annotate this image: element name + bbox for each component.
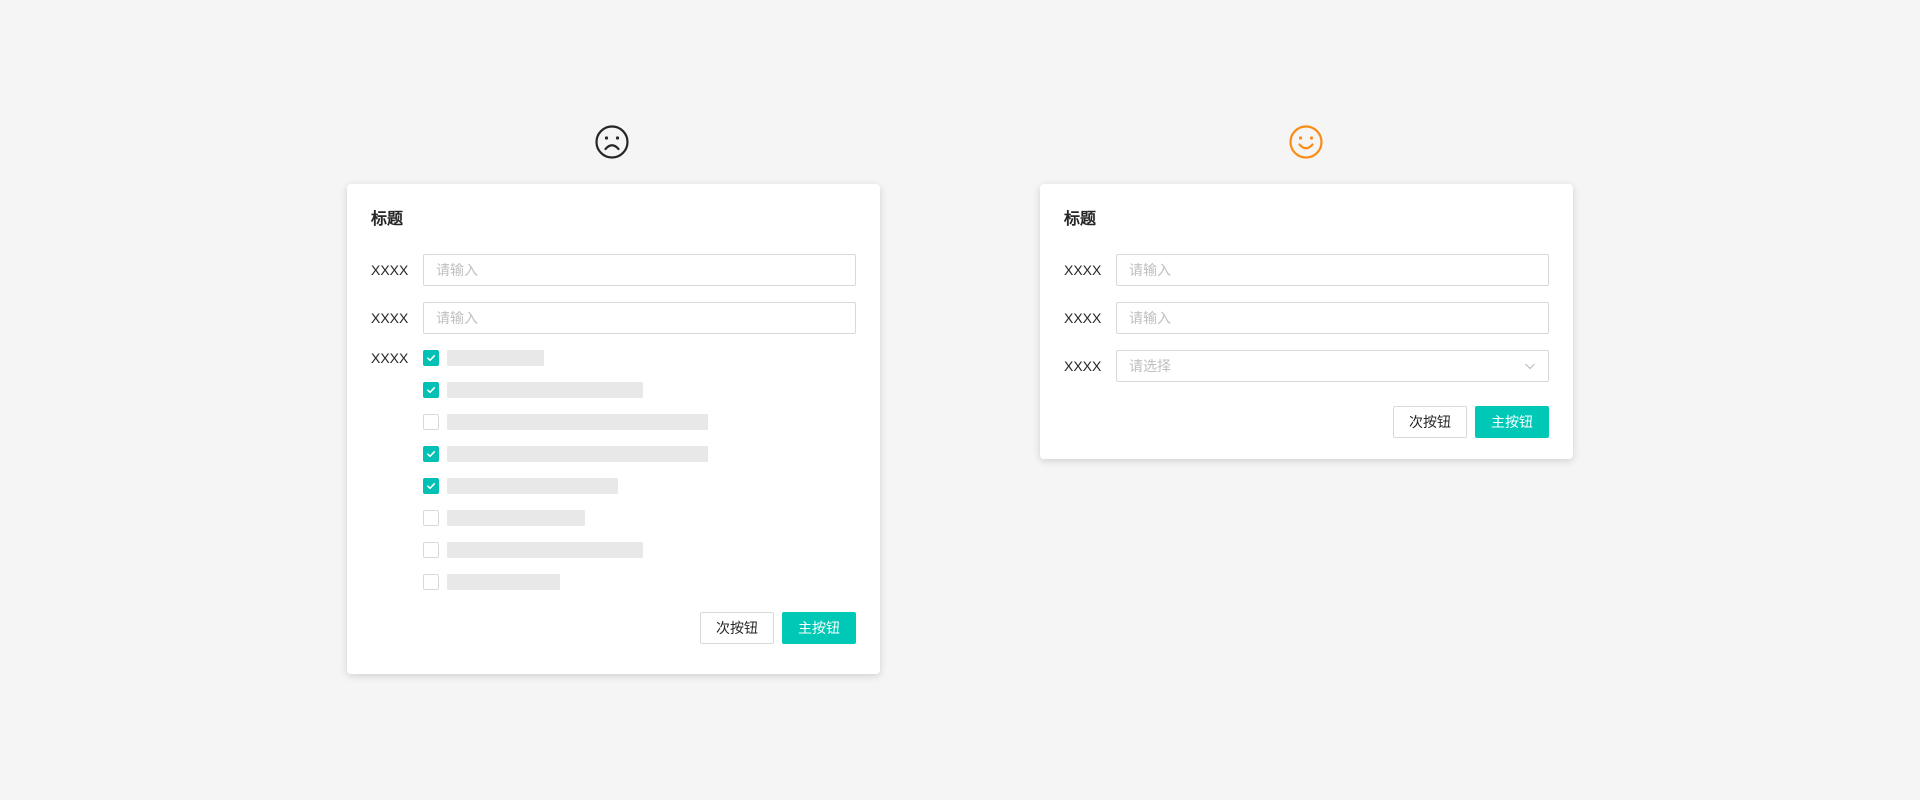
- checkbox-label-placeholder: [447, 478, 618, 494]
- checkbox-item[interactable]: [423, 446, 708, 462]
- checkbox-item[interactable]: [423, 510, 708, 526]
- checkbox-label-placeholder: [447, 542, 643, 558]
- secondary-button[interactable]: 次按钮: [1393, 406, 1467, 438]
- checkbox-label-placeholder: [447, 414, 708, 430]
- card-title: 标题: [1064, 211, 1097, 228]
- button-row: 次按钮 主按钮: [371, 612, 856, 644]
- form-row: XXXX 请选择: [1064, 350, 1549, 382]
- field-label: XXXX: [1064, 310, 1102, 326]
- check-icon: [427, 451, 436, 458]
- checkbox-label-placeholder: [447, 446, 708, 462]
- text-input[interactable]: [1116, 254, 1549, 286]
- checkbox-item[interactable]: [423, 382, 708, 398]
- chevron-down-icon: [1524, 360, 1536, 372]
- checkbox[interactable]: [423, 574, 439, 590]
- checkbox[interactable]: [423, 350, 439, 366]
- secondary-button[interactable]: 次按钮: [700, 612, 774, 644]
- text-input[interactable]: [423, 254, 856, 286]
- form-row: XXXX: [371, 302, 856, 334]
- primary-button[interactable]: 主按钮: [782, 612, 856, 644]
- card-title: 标题: [371, 211, 404, 228]
- checkbox[interactable]: [423, 382, 439, 398]
- form-row: XXXX: [1064, 302, 1549, 334]
- field-label: XXXX: [1064, 358, 1102, 374]
- check-icon: [427, 355, 436, 362]
- text-input[interactable]: [423, 302, 856, 334]
- checkbox-label-placeholder: [447, 510, 585, 526]
- checkbox-group: XXXX: [371, 350, 856, 590]
- checkbox-item[interactable]: [423, 542, 708, 558]
- checkbox-list: [423, 350, 708, 590]
- checkbox-label-placeholder: [447, 350, 544, 366]
- checkbox-label-placeholder: [447, 382, 643, 398]
- checkbox-label-placeholder: [447, 574, 560, 590]
- checkbox[interactable]: [423, 542, 439, 558]
- field-label: XXXX: [1064, 262, 1102, 278]
- check-icon: [427, 483, 436, 490]
- select-dropdown[interactable]: 请选择: [1116, 350, 1549, 382]
- check-icon: [427, 387, 436, 394]
- select-placeholder: 请选择: [1129, 358, 1171, 374]
- form-row: XXXX: [1064, 254, 1549, 286]
- checkbox[interactable]: [423, 510, 439, 526]
- good-example-form-card: 标题 XXXX XXXX XXXX 请选择 次按钮 主按钮: [1040, 184, 1573, 459]
- bad-example-form-card: 标题 XXXX XXXX XXXX: [347, 184, 880, 674]
- checkbox-item[interactable]: [423, 414, 708, 430]
- form-row: XXXX: [371, 254, 856, 286]
- checkbox[interactable]: [423, 446, 439, 462]
- field-label: XXXX: [371, 350, 409, 366]
- smile-face-icon: [1288, 124, 1324, 160]
- field-label: XXXX: [371, 310, 409, 326]
- button-row: 次按钮 主按钮: [1064, 406, 1549, 438]
- checkbox-item[interactable]: [423, 478, 708, 494]
- text-input[interactable]: [1116, 302, 1549, 334]
- field-label: XXXX: [371, 262, 409, 278]
- checkbox-item[interactable]: [423, 350, 708, 366]
- frown-face-icon: [594, 124, 630, 160]
- primary-button[interactable]: 主按钮: [1475, 406, 1549, 438]
- checkbox[interactable]: [423, 414, 439, 430]
- checkbox-item[interactable]: [423, 574, 708, 590]
- checkbox[interactable]: [423, 478, 439, 494]
